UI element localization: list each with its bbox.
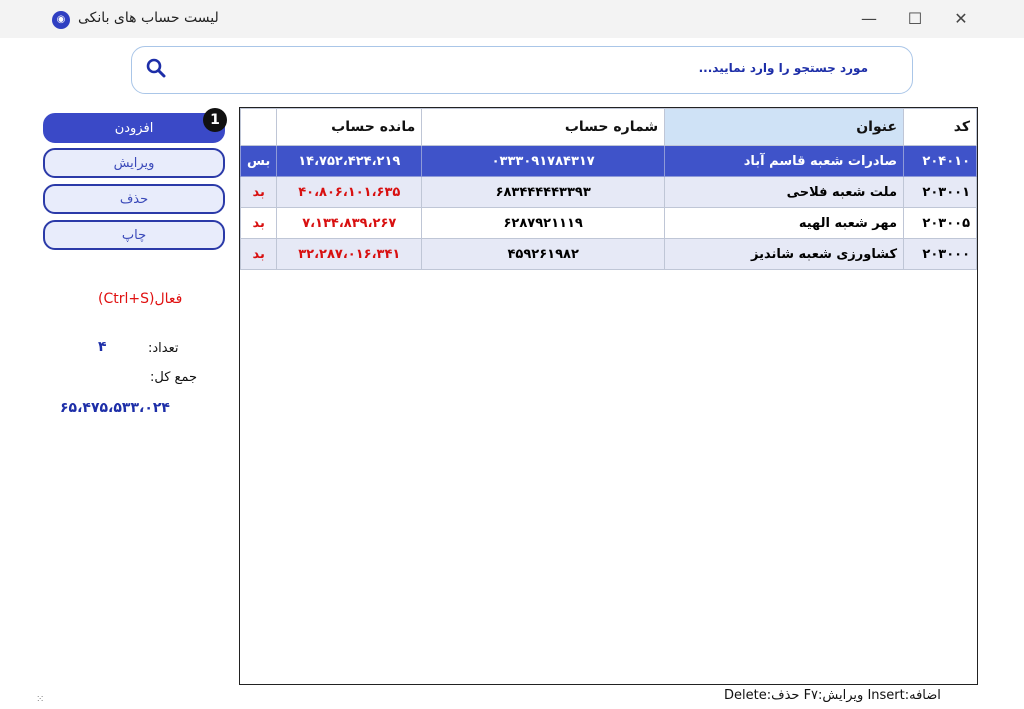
table-header-row: کد عنوان شماره حساب مانده حساب	[239, 108, 977, 146]
delete-button[interactable]: حذف	[43, 184, 225, 214]
keyboard-shortcuts-hint: اضافه:Insert ویرایش:F۷ حذف:Delete	[724, 688, 941, 703]
cell-title: مهر شعبه الهیه	[664, 207, 905, 239]
search-box[interactable]: مورد جستجو را وارد نمایید...	[131, 46, 913, 94]
cell-direction: بد	[239, 238, 278, 270]
close-button[interactable]: ✕	[938, 4, 984, 34]
accounts-table: کد عنوان شماره حساب مانده حساب ۲۰۴۰۱۰ صا…	[239, 107, 978, 685]
cell-balance: ۱۴،۷۵۲،۴۲۴،۲۱۹	[276, 145, 423, 177]
header-balance[interactable]: مانده حساب	[276, 108, 423, 146]
edit-button[interactable]: ویرایش	[43, 148, 225, 178]
add-button[interactable]: افزودن	[43, 113, 225, 143]
minimize-button[interactable]: —	[846, 4, 892, 34]
cell-direction: بد	[239, 176, 278, 208]
app-logo-icon: ◉	[52, 11, 70, 29]
header-account-number[interactable]: شماره حساب	[421, 108, 666, 146]
step-badge: 1	[203, 108, 227, 132]
cell-account-number: ۶۲۸۷۹۲۱۱۱۹	[421, 207, 666, 239]
table-row[interactable]: ۲۰۳۰۰۰ کشاورزی شعبه شاندیز ۴۵۹۲۶۱۹۸۲ ۳۲،…	[239, 238, 977, 270]
cell-account-number: ۴۵۹۲۶۱۹۸۲	[421, 238, 666, 270]
resize-grip-icon[interactable]: ⁙	[36, 694, 44, 705]
cell-direction: بس	[239, 145, 278, 177]
count-value: ۴	[98, 339, 107, 355]
table-row[interactable]: ۲۰۴۰۱۰ صادرات شعبه قاسم آباد ۰۳۳۳۰۹۱۷۸۴۳…	[239, 145, 977, 177]
active-status: فعال(Ctrl+S)	[98, 291, 183, 307]
bank-accounts-window: ◉ لیست حساب های بانکی — ☐ ✕ مورد جستجو ر…	[0, 0, 1024, 709]
header-title[interactable]: عنوان	[664, 108, 905, 146]
cell-title: کشاورزی شعبه شاندیز	[664, 238, 905, 270]
table-row[interactable]: ۲۰۳۰۰۱ ملت شعبه فلاحی ۶۸۳۴۴۴۴۴۳۳۹۳ ۴۰،۸۰…	[239, 176, 977, 208]
cell-balance: ۷،۱۳۴،۸۳۹،۲۶۷	[276, 207, 423, 239]
cell-title: صادرات شعبه قاسم آباد	[664, 145, 905, 177]
table-row[interactable]: ۲۰۳۰۰۵ مهر شعبه الهیه ۶۲۸۷۹۲۱۱۱۹ ۷،۱۳۴،۸…	[239, 207, 977, 239]
search-placeholder[interactable]: مورد جستجو را وارد نمایید...	[699, 61, 868, 75]
total-label: جمع کل:	[150, 370, 198, 385]
total-value: ۶۵،۴۷۵،۵۳۳،۰۲۴	[60, 400, 170, 416]
count-label: تعداد:	[148, 341, 179, 356]
cell-code: ۲۰۳۰۰۰	[903, 238, 977, 270]
title-bar: ◉ لیست حساب های بانکی — ☐ ✕	[0, 0, 1024, 38]
cell-balance: ۴۰،۸۰۶،۱۰۱،۶۳۵	[276, 176, 423, 208]
cell-balance: ۳۲،۲۸۷،۰۱۶،۳۴۱	[276, 238, 423, 270]
window-title: لیست حساب های بانکی	[78, 10, 219, 26]
cell-title: ملت شعبه فلاحی	[664, 176, 905, 208]
cell-account-number: ۰۳۳۳۰۹۱۷۸۴۳۱۷	[421, 145, 666, 177]
search-icon[interactable]	[146, 58, 166, 78]
header-code[interactable]: کد	[903, 108, 977, 146]
cell-code: ۲۰۳۰۰۱	[903, 176, 977, 208]
cell-direction: بد	[239, 207, 278, 239]
cell-account-number: ۶۸۳۴۴۴۴۴۳۳۹۳	[421, 176, 666, 208]
header-direction[interactable]	[239, 108, 278, 146]
cell-code: ۲۰۳۰۰۵	[903, 207, 977, 239]
print-button[interactable]: چاپ	[43, 220, 225, 250]
maximize-button[interactable]: ☐	[892, 4, 938, 34]
cell-code: ۲۰۴۰۱۰	[903, 145, 977, 177]
